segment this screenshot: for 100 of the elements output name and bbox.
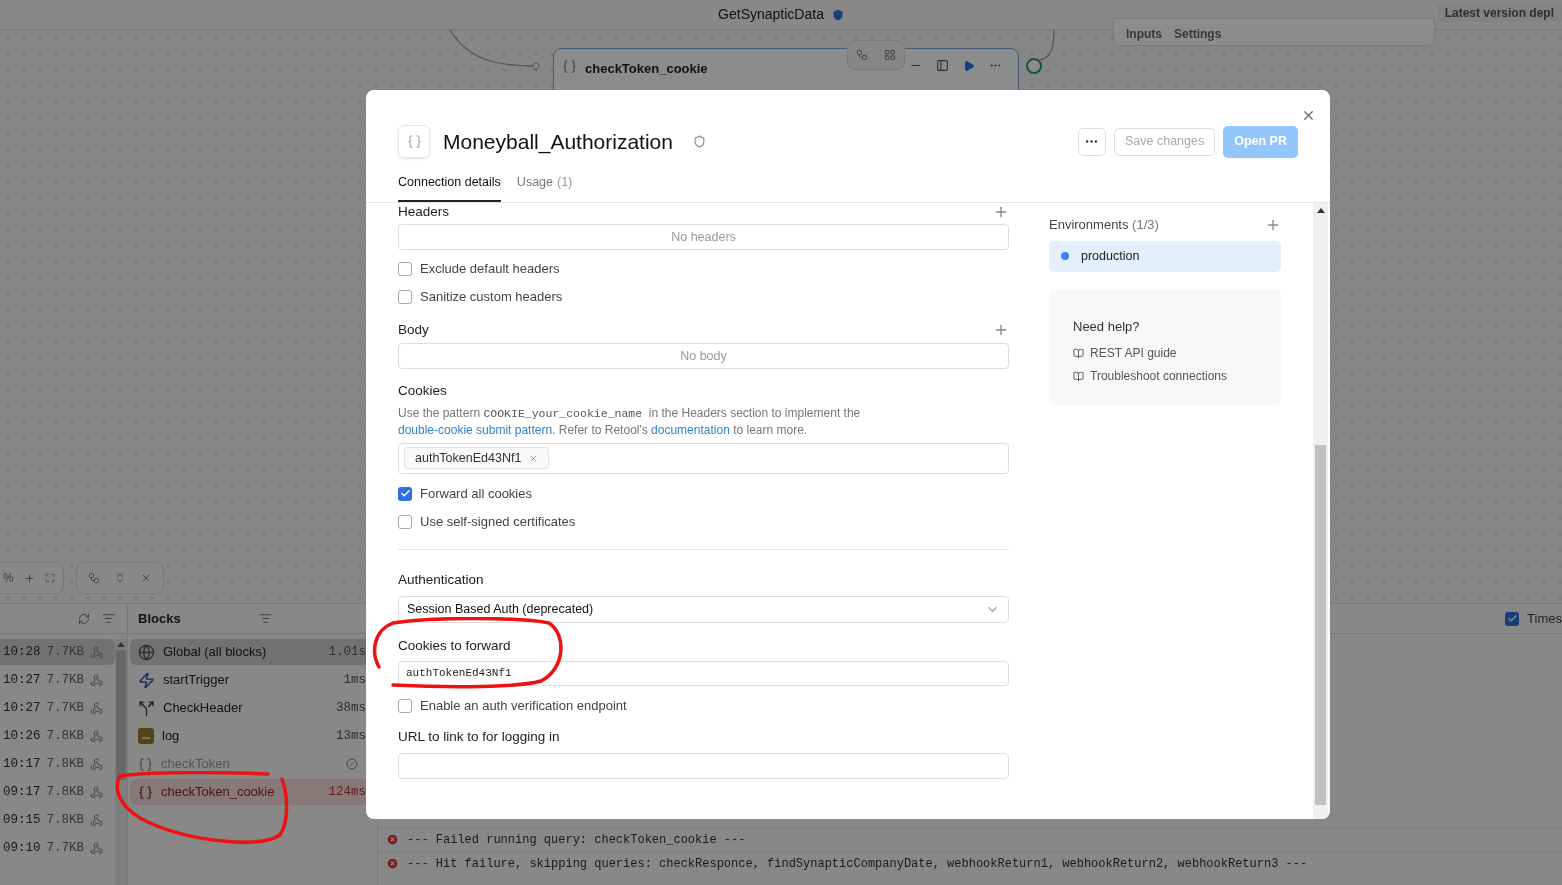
run-size: 7.8KB [46, 811, 85, 829]
globe-icon [138, 643, 155, 661]
scrollbar-thumb[interactable] [1315, 445, 1326, 805]
webhook-icon [90, 841, 104, 855]
run-time: 10:27 [3, 699, 41, 717]
skipped-icon [346, 758, 358, 770]
checkbox[interactable] [398, 290, 412, 304]
panel-title: Blocks [138, 609, 181, 628]
help-link[interactable]: Troubleshoot connections [1090, 367, 1227, 385]
run-time: 09:10 [3, 839, 41, 857]
js-icon [138, 728, 154, 744]
webhook-icon [90, 757, 104, 771]
braces-icon [138, 756, 153, 772]
authentication-select[interactable]: Session Based Auth (deprecated) [398, 595, 1009, 623]
checkbox[interactable] [398, 514, 412, 529]
field-label: URL to link to for logging in [398, 728, 561, 746]
run-row[interactable]: 10:28 7.7KB [0, 639, 115, 665]
checkbox-option[interactable]: Enable an auth verification endpoint [398, 696, 1009, 716]
scroll-up-arrow[interactable] [1316, 208, 1325, 213]
refresh-icon[interactable] [78, 612, 90, 625]
fit-view-icon[interactable] [44, 572, 55, 584]
log-line: --- Failed running query: checkToken_cookie --- [407, 831, 746, 849]
block-row[interactable]: Global (all blocks) 1.01s [130, 639, 366, 665]
shield-icon [831, 8, 844, 21]
empty-message: No headers [671, 228, 736, 246]
run-size: 7.7KB [46, 671, 85, 689]
output-port[interactable] [1026, 58, 1042, 74]
run-time: 09:17 [3, 783, 41, 801]
workflow-icon[interactable] [88, 572, 100, 584]
block-row[interactable]: checkToken_cookie 124ms [130, 779, 366, 805]
checkbox[interactable] [398, 262, 412, 276]
checkbox-option[interactable]: Sanitize custom headers [398, 287, 1009, 307]
block-duration: 1ms [343, 671, 366, 689]
run-time: 10:26 [3, 727, 41, 745]
book-icon [1073, 347, 1084, 359]
block-name: startTrigger [163, 671, 229, 690]
panel-icon[interactable] [936, 59, 949, 72]
expand-icon[interactable] [114, 572, 126, 584]
log-line: --- Hit failure, skipping queries: checkResponce, findSynapticCompanyDate, webhookReturn1, webhookReturn2, webhookReturn3 --- [407, 855, 1308, 873]
cookie-tags-field[interactable]: authTokenEd43Nf1 [398, 442, 1009, 474]
block-name: CheckHeader [163, 699, 243, 718]
panel-tab[interactable]: Inputs [1126, 25, 1162, 43]
braces-icon [562, 59, 577, 74]
add-header-icon[interactable] [993, 204, 1009, 220]
environment-item[interactable]: production [1049, 240, 1281, 272]
run-size: 7.7KB [46, 643, 85, 661]
workflow-title: GetSynapticData [718, 5, 824, 24]
play-icon[interactable] [963, 59, 975, 72]
cookies-description: Use the pattern COOKIE_your_cookie_name in the Headers section to implement the double-cookie submit pattern. Refer to Retool's documentation to learn more. [398, 404, 862, 438]
run-size: 7.8KB [46, 783, 85, 801]
run-size: 7.7KB [46, 699, 85, 717]
zoom-level: % [3, 570, 14, 587]
version-label[interactable]: Latest version depl [1436, 4, 1562, 22]
checkbox-option[interactable]: Use self-signed certificates [398, 511, 1009, 532]
environments-label: Environments (1/3) [1049, 216, 1159, 234]
node-title: checkToken_cookie [585, 60, 708, 78]
login-url-field[interactable] [398, 753, 1009, 780]
doc-link[interactable]: documentation [651, 422, 730, 437]
resource-icon [398, 125, 430, 158]
run-time: 10:28 [3, 643, 41, 661]
checkbox-option[interactable]: Forward all cookies [398, 483, 1009, 504]
dialog-tab[interactable]: Connection details [398, 173, 501, 202]
block-duration: 13ms [336, 727, 366, 745]
block-duration: 1.01s [328, 643, 366, 661]
dialog-tab[interactable]: Usage (1) [516, 173, 573, 202]
scrollbar-thumb[interactable] [116, 650, 126, 780]
webhook-icon [90, 673, 104, 687]
section-label: Authentication [398, 570, 485, 589]
grid-icon[interactable] [884, 49, 896, 61]
filter-icon[interactable] [102, 612, 115, 625]
checkbox[interactable] [398, 699, 412, 713]
timestamps-toggle[interactable]: Times [1505, 608, 1562, 629]
help-title: Need help? [1073, 317, 1141, 336]
section-label: Cookies [398, 382, 448, 401]
connector-line [1040, 30, 1056, 61]
cookie-tag: authTokenEd43Nf1 [404, 447, 550, 469]
panel-tab[interactable]: Settings [1174, 25, 1222, 43]
run-size: 7.8KB [46, 755, 85, 773]
run-size: 7.8KB [46, 727, 85, 745]
close-button[interactable] [1301, 108, 1316, 123]
block-duration: 124ms [328, 783, 366, 801]
dialog-title: Moneyball_Authorization [443, 128, 673, 156]
checkbox[interactable] [1505, 611, 1520, 626]
more-button[interactable] [1077, 127, 1106, 156]
run-size: 7.7KB [46, 839, 85, 857]
help-link[interactable]: REST API guide [1090, 344, 1177, 362]
cookies-to-forward-field[interactable]: authTokenEd43Nf1 [398, 661, 1009, 686]
block-duration: 38ms [336, 699, 366, 717]
run-time: 09:15 [3, 811, 41, 829]
book-icon [1073, 370, 1084, 382]
filter-icon[interactable] [259, 612, 272, 625]
empty-message: No body [680, 347, 727, 365]
remove-tag-icon[interactable] [529, 453, 539, 463]
block-name: log [162, 727, 180, 746]
workflow-icon[interactable] [856, 49, 868, 61]
section-label: Body [398, 321, 429, 339]
checkbox-option[interactable]: Exclude default headers [398, 259, 1009, 279]
checkbox[interactable] [398, 486, 412, 501]
webhook-icon [90, 645, 104, 659]
collapse-icon[interactable] [140, 572, 152, 584]
